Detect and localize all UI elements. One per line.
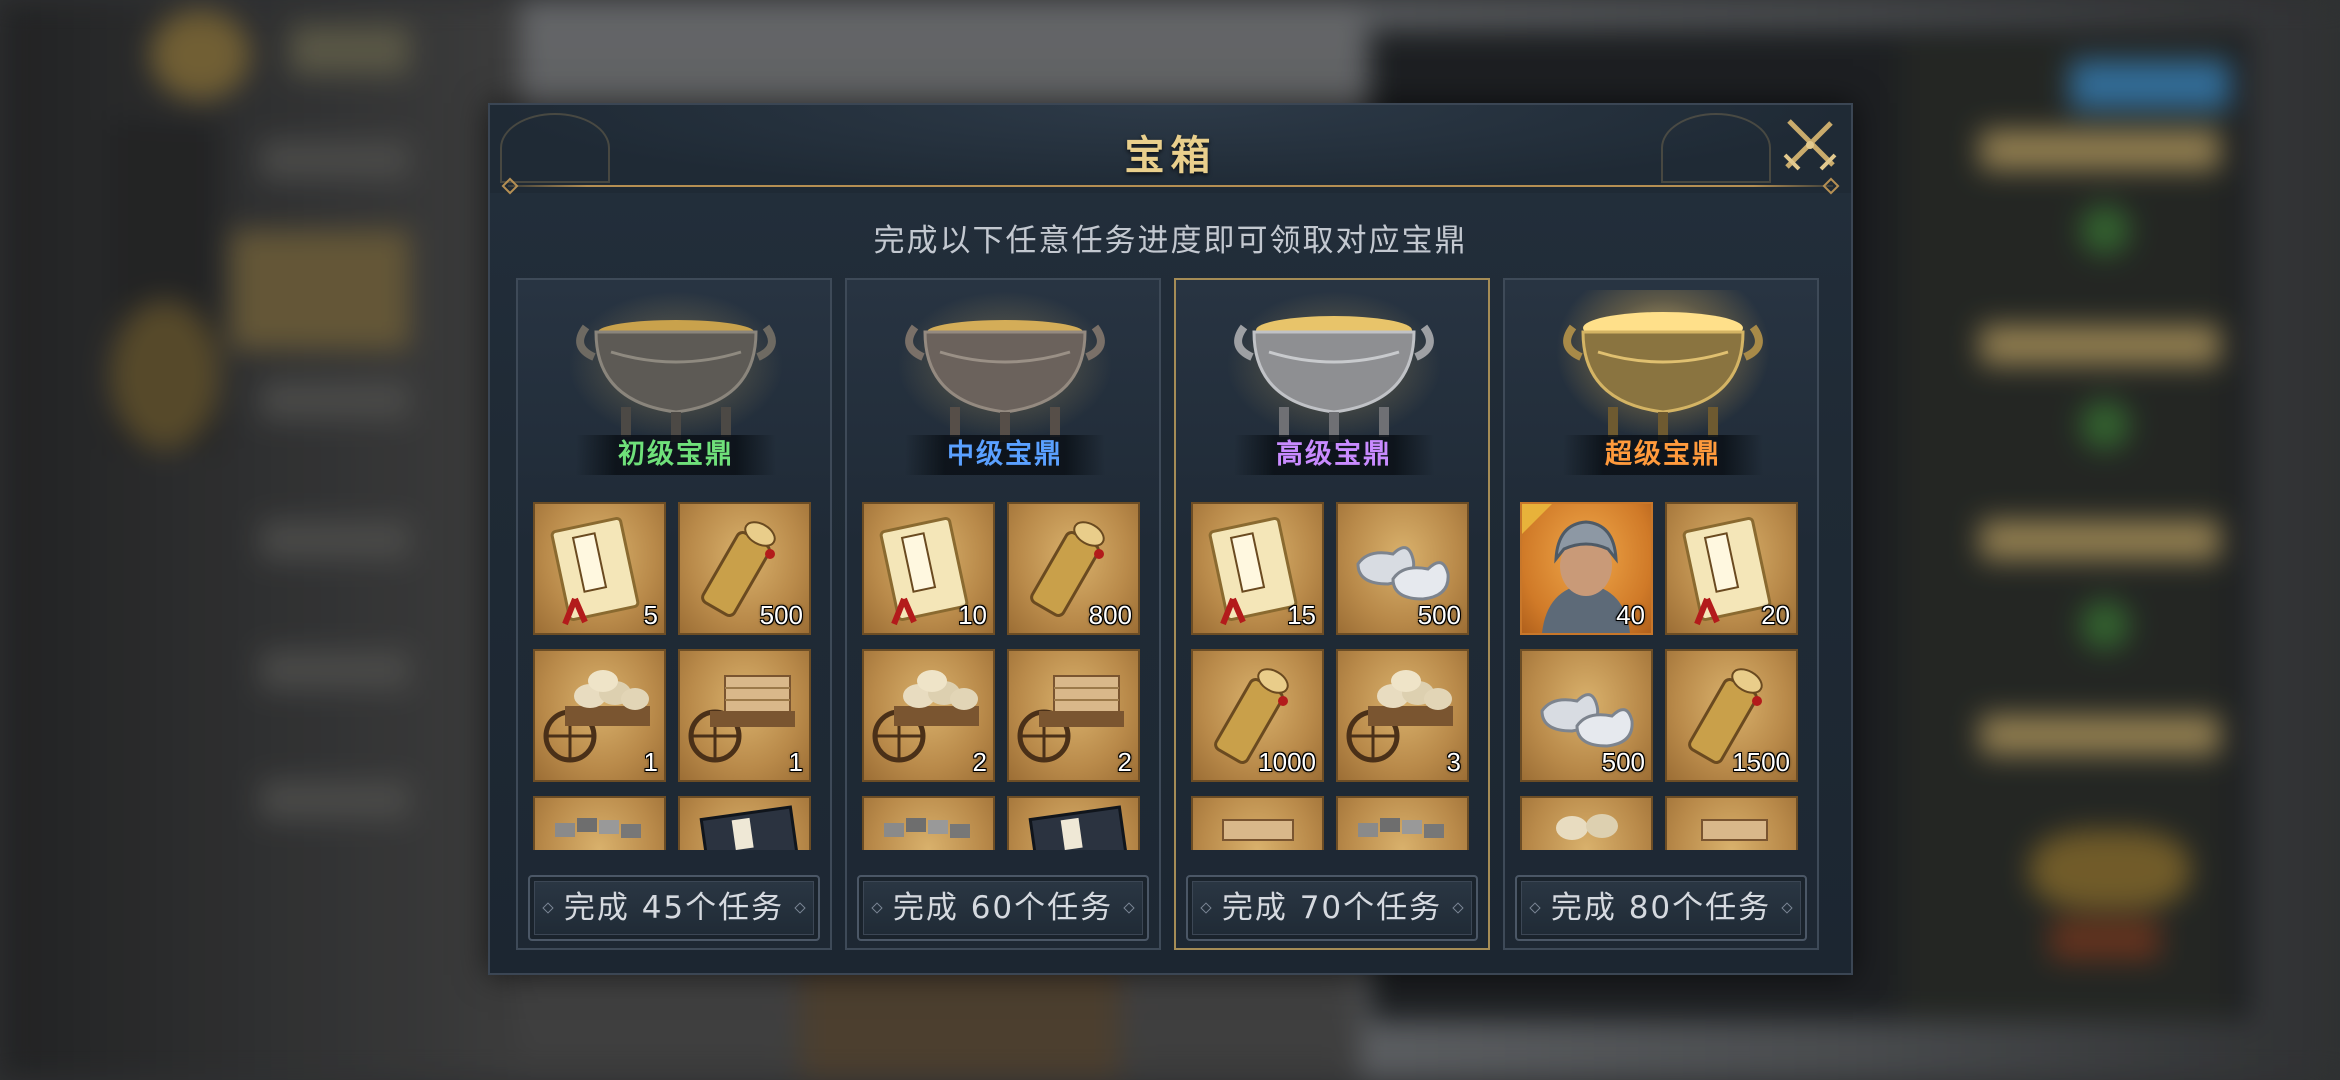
reward-item[interactable]: 500: [1520, 649, 1653, 782]
reward-item[interactable]: 20: [1665, 502, 1798, 635]
diamond-ornament: [1452, 902, 1464, 914]
reward-item[interactable]: 2: [862, 649, 995, 782]
reward-item[interactable]: 800: [1007, 502, 1140, 635]
book-icon: [699, 805, 801, 850]
claim-task-button-label: 完成 80个任务: [1550, 890, 1772, 926]
item-quantity: 2: [1117, 747, 1132, 777]
reward-item[interactable]: 500: [678, 502, 811, 635]
reward-card-advanced: 高级宝鼎 15 500 1000 3 完成 70个任务: [1174, 278, 1490, 950]
iron-ore-cart-icon: [555, 818, 641, 838]
title-divider: [508, 185, 1833, 187]
item-quantity: 3: [1446, 747, 1461, 777]
diamond-ornament: [1123, 902, 1135, 914]
claim-task-button-label: 完成 60个任务: [892, 890, 1114, 926]
tier-name-label: 初级宝鼎: [576, 435, 776, 475]
tier-name-label: 中级宝鼎: [905, 435, 1105, 475]
book-icon: [1028, 805, 1130, 850]
reward-items-grid[interactable]: 15 500 1000 3: [1191, 502, 1479, 850]
claim-task-button[interactable]: 完成 45个任务: [528, 875, 820, 941]
item-quantity: 1: [643, 747, 658, 777]
claim-task-button[interactable]: 完成 70个任务: [1186, 875, 1478, 941]
item-quantity: 1500: [1732, 747, 1790, 777]
treasure-chest-dialog: 宝箱 完成以下任意任务进度即可领取对应宝鼎 初级宝鼎 5 500 1 1 完成 …: [488, 103, 1853, 975]
reward-card-junior: 初级宝鼎 5 500 1 1 完成 45个任务: [516, 278, 832, 950]
reward-item[interactable]: 1500: [1665, 649, 1798, 782]
claim-task-button-label: 完成 45个任务: [563, 890, 785, 926]
reward-items-grid[interactable]: 10 800 2 2: [862, 502, 1150, 850]
claim-task-button[interactable]: 完成 80个任务: [1515, 875, 1807, 941]
diamond-ornament: [1529, 902, 1541, 914]
reward-item[interactable]: [1191, 796, 1324, 850]
reward-item[interactable]: [533, 796, 666, 850]
reward-item[interactable]: [1336, 796, 1469, 850]
tier-name-label: 超级宝鼎: [1563, 435, 1763, 475]
diamond-ornament: [1200, 902, 1212, 914]
reward-item[interactable]: [862, 796, 995, 850]
silver-cauldron-icon: [1234, 316, 1434, 442]
diamond-ornament: [871, 902, 883, 914]
claim-task-button[interactable]: 完成 60个任务: [857, 875, 1149, 941]
item-quantity: 500: [1417, 600, 1461, 630]
diamond-ornament: [542, 902, 554, 914]
dialog-title: 宝箱: [1124, 132, 1217, 179]
item-quantity: 800: [1088, 600, 1132, 630]
diamond-ornament: [1781, 902, 1793, 914]
reward-item[interactable]: 1: [533, 649, 666, 782]
reward-item[interactable]: 40: [1520, 502, 1653, 635]
dialog-subtitle: 完成以下任意任务进度即可领取对应宝鼎: [873, 223, 1468, 259]
item-quantity: 1: [788, 747, 803, 777]
diamond-ornament: [794, 902, 806, 914]
crossed-swords-close-icon: [1783, 119, 1837, 171]
reward-item[interactable]: 1: [678, 649, 811, 782]
item-quantity: 15: [1287, 600, 1316, 630]
iron-ore-cart-icon: [1358, 818, 1444, 838]
reward-item[interactable]: 2: [1007, 649, 1140, 782]
iron-ore-cart-icon: [884, 818, 970, 838]
reward-item[interactable]: 5: [533, 502, 666, 635]
item-quantity: 500: [1601, 747, 1645, 777]
reward-card-intermediate: 中级宝鼎 10 800 2 2 完成 60个任务: [845, 278, 1161, 950]
reward-item[interactable]: [1007, 796, 1140, 850]
bronze-cauldron-icon: [905, 320, 1105, 442]
reward-items-grid[interactable]: 5 500 1 1: [533, 502, 821, 850]
tier-name-label: 高级宝鼎: [1234, 435, 1434, 475]
reward-item[interactable]: [1520, 796, 1653, 850]
reward-item[interactable]: 15: [1191, 502, 1324, 635]
timber-cart-icon: [1701, 819, 1768, 841]
item-quantity: 20: [1761, 600, 1790, 630]
item-quantity: 10: [958, 600, 987, 630]
claim-task-button-label: 完成 70个任务: [1221, 890, 1443, 926]
reward-item[interactable]: 1000: [1191, 649, 1324, 782]
close-button[interactable]: [1777, 111, 1843, 177]
reward-items-grid[interactable]: 40 20 500 1500: [1520, 502, 1808, 850]
bronze-cauldron-icon: [576, 320, 776, 442]
item-quantity: 500: [759, 600, 803, 630]
item-quantity: 40: [1616, 600, 1645, 630]
item-quantity: 1000: [1258, 747, 1316, 777]
item-quantity: 2: [972, 747, 987, 777]
item-quantity: 5: [643, 600, 658, 630]
reward-item[interactable]: 10: [862, 502, 995, 635]
timber-cart-icon: [1222, 819, 1294, 841]
golden-cauldron-icon: [1563, 312, 1763, 442]
reward-item[interactable]: [1665, 796, 1798, 850]
reward-item[interactable]: [678, 796, 811, 850]
reward-item[interactable]: 3: [1336, 649, 1469, 782]
reward-card-super: 超级宝鼎 40 20 500 1500 完成 80个任务: [1503, 278, 1819, 950]
grain-cart-icon: [1556, 814, 1618, 840]
reward-item[interactable]: 500: [1336, 502, 1469, 635]
